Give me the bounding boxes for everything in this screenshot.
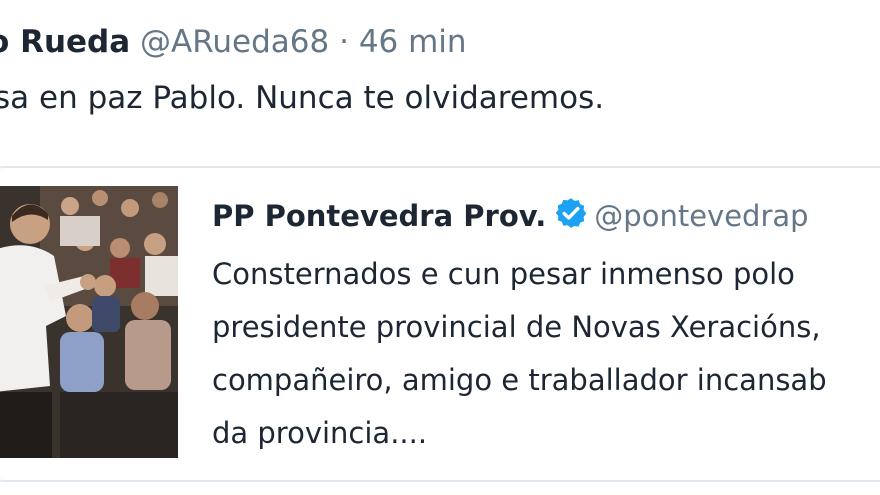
tweet-timestamp[interactable]: 46 min: [359, 24, 467, 60]
verified-badge-icon: [554, 196, 588, 240]
quoted-author-handle[interactable]: @pontevedrap: [594, 199, 808, 233]
quoted-tweet-image[interactable]: [0, 186, 178, 458]
quoted-text-line: compañeiro, amigo e traballador incansab: [212, 363, 827, 397]
quoted-text-line: Consternados e cun pesar inmenso polo: [212, 257, 795, 291]
quoted-text-line: da provincia....: [212, 416, 428, 450]
quoted-text-line: presidente provincial de Novas Xeracións…: [212, 310, 821, 344]
tweet[interactable]: o Rueda @ARueda68 · 46 min sa en paz Pab…: [0, 0, 880, 495]
separator-dot: ·: [339, 24, 349, 60]
author-name[interactable]: o Rueda: [0, 24, 130, 60]
tweet-text: sa en paz Pablo. Nunca te olvidaremos.: [0, 80, 605, 116]
author-handle[interactable]: @ARueda68: [140, 24, 329, 60]
quoted-tweet-text: Consternados e cun pesar inmenso polo pr…: [212, 248, 827, 460]
quoted-tweet-header: PP Pontevedra Prov. @pontevedrap: [212, 196, 809, 240]
tweet-header: o Rueda @ARueda68 · 46 min: [0, 22, 467, 62]
quoted-author-name[interactable]: PP Pontevedra Prov.: [212, 199, 546, 233]
